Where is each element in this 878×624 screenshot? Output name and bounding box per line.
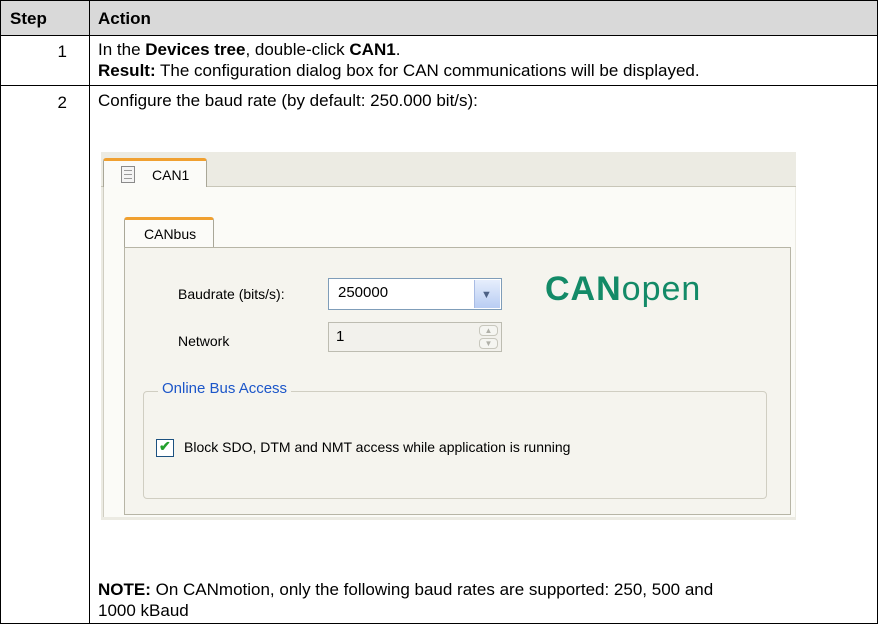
dropdown-button[interactable]: ▼ bbox=[474, 280, 500, 308]
column-divider bbox=[89, 1, 90, 623]
canbus-settings-panel: Baudrate (bits/s): 250000 ▼ Network 1 ▲ … bbox=[124, 247, 791, 515]
checkmark-icon: ✔ bbox=[159, 438, 171, 454]
row2-intro: Configure the baud rate (by default: 250… bbox=[98, 91, 478, 110]
can-config-dialog: CAN1 CANbus Baudrate (bits/s): 250000 ▼ … bbox=[101, 152, 796, 520]
note-line2: 1000 kBaud bbox=[98, 601, 189, 620]
online-bus-access-group: Online Bus Access ✔ Block SDO, DTM and N… bbox=[143, 380, 767, 499]
spin-up-icon[interactable]: ▲ bbox=[479, 325, 498, 336]
result-label: Result: bbox=[98, 61, 156, 80]
baudrate-label: Baudrate (bits/s): bbox=[178, 286, 285, 302]
step-number-2: 2 bbox=[57, 93, 67, 112]
header-step: Step bbox=[10, 9, 47, 28]
network-value: 1 bbox=[336, 328, 345, 345]
tab-can1[interactable]: CAN1 bbox=[103, 158, 207, 187]
baudrate-value: 250000 bbox=[338, 284, 389, 301]
row1-result: Result: The configuration dialog box for… bbox=[98, 61, 700, 80]
row-divider bbox=[1, 85, 877, 86]
can1-term: CAN1 bbox=[349, 40, 396, 59]
chevron-down-icon: ▼ bbox=[481, 289, 492, 301]
tab-canbus[interactable]: CANbus bbox=[124, 217, 214, 247]
note-line1: NOTE: On CANmotion, only the following b… bbox=[98, 580, 714, 599]
block-access-checkbox[interactable]: ✔ bbox=[156, 438, 174, 457]
tab-canbus-label: CANbus bbox=[144, 226, 197, 242]
network-spinner[interactable]: 1 ▲ ▼ bbox=[328, 322, 502, 352]
can1-panel: CANbus Baudrate (bits/s): 250000 ▼ Netwo… bbox=[103, 187, 795, 517]
network-label: Network bbox=[178, 333, 230, 349]
devices-tree-term: Devices tree bbox=[145, 40, 246, 59]
group-title: Online Bus Access bbox=[158, 380, 292, 397]
canopen-logo: CANopen bbox=[545, 270, 702, 308]
spin-down-icon[interactable]: ▼ bbox=[479, 338, 498, 349]
baudrate-select[interactable]: 250000 ▼ bbox=[328, 278, 502, 310]
row1-line1: In the Devices tree, double-click CAN1. bbox=[98, 40, 401, 59]
device-icon bbox=[121, 166, 135, 183]
block-access-label: Block SDO, DTM and NMT access while appl… bbox=[184, 439, 571, 455]
tab-can1-label: CAN1 bbox=[152, 167, 190, 183]
step-number-1: 1 bbox=[57, 42, 67, 61]
note-label: NOTE: bbox=[98, 580, 151, 599]
header-action: Action bbox=[98, 9, 151, 28]
